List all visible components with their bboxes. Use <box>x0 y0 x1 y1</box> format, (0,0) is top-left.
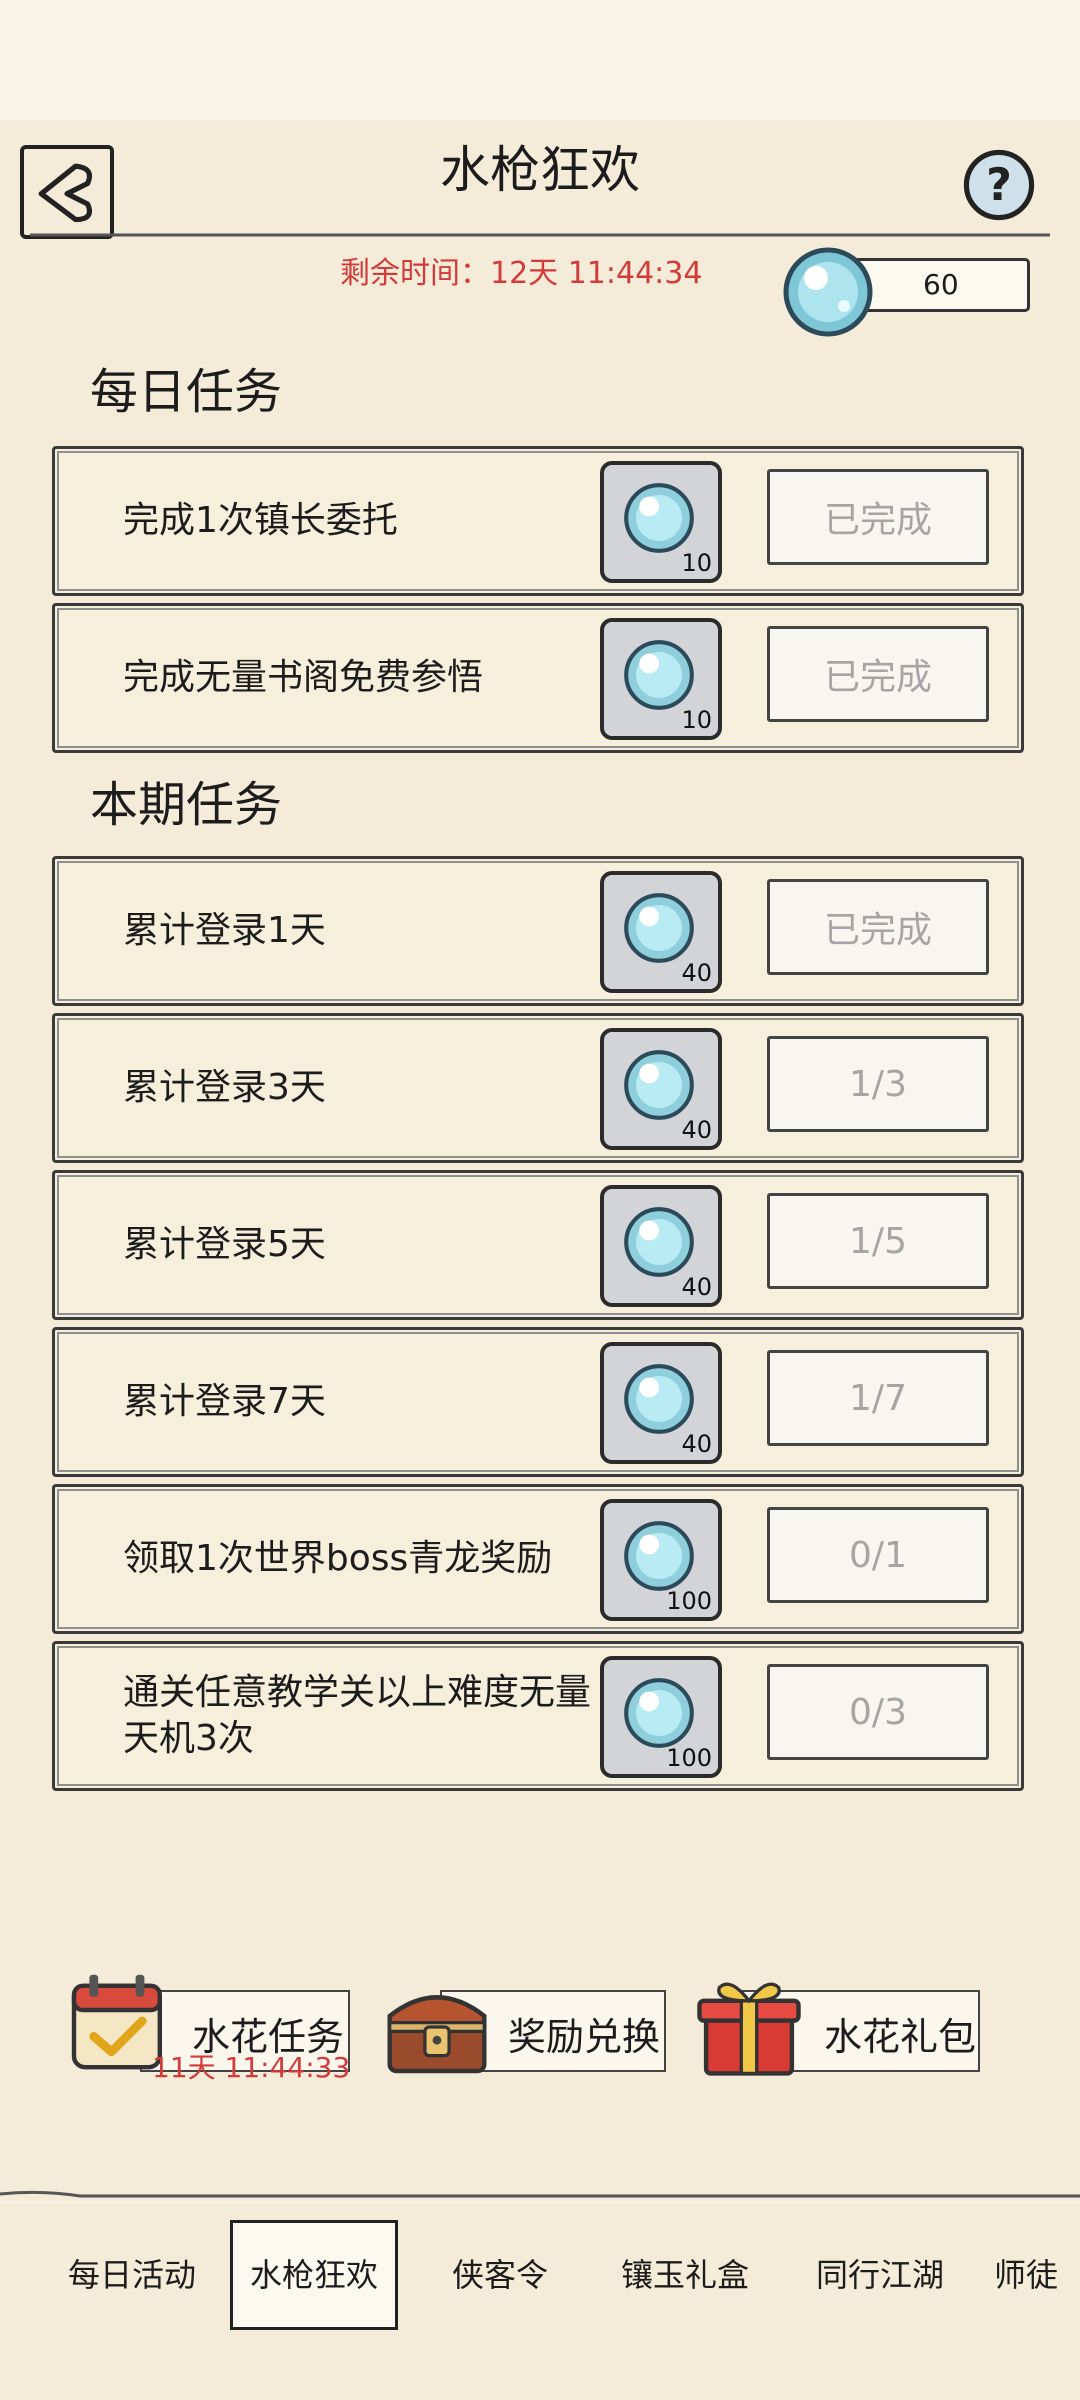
water-orb-icon <box>624 893 694 963</box>
event-countdown: 剩余时间：12天 11:44:34 <box>340 248 740 292</box>
reward-box[interactable]: 40 <box>600 1342 722 1464</box>
shortcut-label: 水花礼包 <box>824 2015 977 2059</box>
treasure-chest-icon <box>374 1972 500 2082</box>
task-status-button[interactable]: 1/7 <box>767 1350 989 1446</box>
reward-count: 40 <box>681 1273 712 1301</box>
currency-amount: 60 <box>923 268 959 301</box>
shortcut-label: 奖励兑换 <box>508 2015 661 2059</box>
daily-section-title: 每日任务 <box>90 364 283 420</box>
task-row: 累计登录5天 40 1/5 <box>52 1170 1024 1320</box>
countdown-value: 12天 11:44:34 <box>490 256 703 291</box>
water-orb-icon <box>624 640 694 710</box>
reward-box[interactable]: 40 <box>600 871 722 993</box>
reward-count: 10 <box>681 549 712 577</box>
reward-count: 10 <box>681 706 712 734</box>
tab-companions[interactable]: 同行江湖 <box>790 2220 970 2330</box>
countdown-label: 剩余时间： <box>340 256 490 291</box>
reward-box[interactable]: 40 <box>600 1028 722 1150</box>
water-orb-icon <box>624 483 694 553</box>
task-status-button[interactable]: 已完成 <box>767 626 989 722</box>
reward-box[interactable]: 100 <box>600 1656 722 1778</box>
reward-count: 100 <box>666 1587 712 1615</box>
task-status-button[interactable]: 已完成 <box>767 879 989 975</box>
reward-count: 100 <box>666 1744 712 1772</box>
tab-daily-activity[interactable]: 每日活动 <box>40 2220 224 2330</box>
task-label: 完成无量书阁免费参悟 <box>123 657 484 698</box>
period-section-title: 本期任务 <box>90 777 283 833</box>
task-status-button[interactable]: 0/1 <box>767 1507 989 1603</box>
task-row: 累计登录7天 40 1/7 <box>52 1327 1024 1477</box>
tab-water-gun-carnival[interactable]: 水枪狂欢 <box>230 2220 398 2330</box>
task-label: 累计登录1天 <box>123 910 326 951</box>
reward-count: 40 <box>681 959 712 987</box>
reward-count: 40 <box>681 1116 712 1144</box>
svg-text:?: ? <box>986 160 1012 211</box>
task-status-button[interactable]: 1/3 <box>767 1036 989 1132</box>
task-row: 通关任意教学关以上难度无量天机3次 100 0/3 <box>52 1641 1024 1791</box>
bottom-divider <box>0 2190 1080 2198</box>
task-label: 完成1次镇长委托 <box>123 500 398 541</box>
task-row: 领取1次世界boss青龙奖励 100 0/1 <box>52 1484 1024 1634</box>
tab-mentorship[interactable]: 师徒 <box>978 2220 1074 2330</box>
reward-box[interactable]: 10 <box>600 618 722 740</box>
reward-box[interactable]: 40 <box>600 1185 722 1307</box>
shortcut-timer: 11天 11:44:33 <box>152 2051 351 2084</box>
reward-box[interactable]: 10 <box>600 461 722 583</box>
status-bar-area <box>0 0 1080 120</box>
task-label: 累计登录7天 <box>123 1381 326 1422</box>
task-status-button[interactable]: 0/3 <box>767 1664 989 1760</box>
reward-box[interactable]: 100 <box>600 1499 722 1621</box>
water-orb-icon <box>624 1521 694 1591</box>
reward-count: 40 <box>681 1430 712 1458</box>
water-orb-icon <box>624 1364 694 1434</box>
task-label: 累计登录5天 <box>123 1224 326 1265</box>
task-row: 累计登录3天 40 1/3 <box>52 1013 1024 1163</box>
task-label: 累计登录3天 <box>123 1067 326 1108</box>
water-orb-icon <box>624 1207 694 1277</box>
gift-box-icon <box>684 1970 814 2080</box>
help-icon: ? <box>963 149 1035 221</box>
task-row: 完成1次镇长委托 10 已完成 <box>52 446 1024 596</box>
water-orb-icon <box>624 1050 694 1120</box>
task-label: 领取1次世界boss青龙奖励 <box>123 1538 553 1579</box>
task-row: 完成无量书阁免费参悟 10 已完成 <box>52 603 1024 753</box>
help-button[interactable]: ? <box>962 148 1036 222</box>
task-label: 通关任意教学关以上难度无量天机3次 <box>123 1672 592 1759</box>
tab-hero-token[interactable]: 侠客令 <box>420 2220 580 2330</box>
water-orb-icon <box>778 242 878 342</box>
task-status-button[interactable]: 已完成 <box>767 469 989 565</box>
water-orb-icon <box>624 1678 694 1748</box>
tab-jade-giftbox[interactable]: 镶玉礼盒 <box>596 2220 774 2330</box>
task-row: 累计登录1天 40 已完成 <box>52 856 1024 1006</box>
header-divider <box>30 233 1050 237</box>
page-title: 水枪狂欢 <box>440 141 640 199</box>
task-status-button[interactable]: 1/5 <box>767 1193 989 1289</box>
